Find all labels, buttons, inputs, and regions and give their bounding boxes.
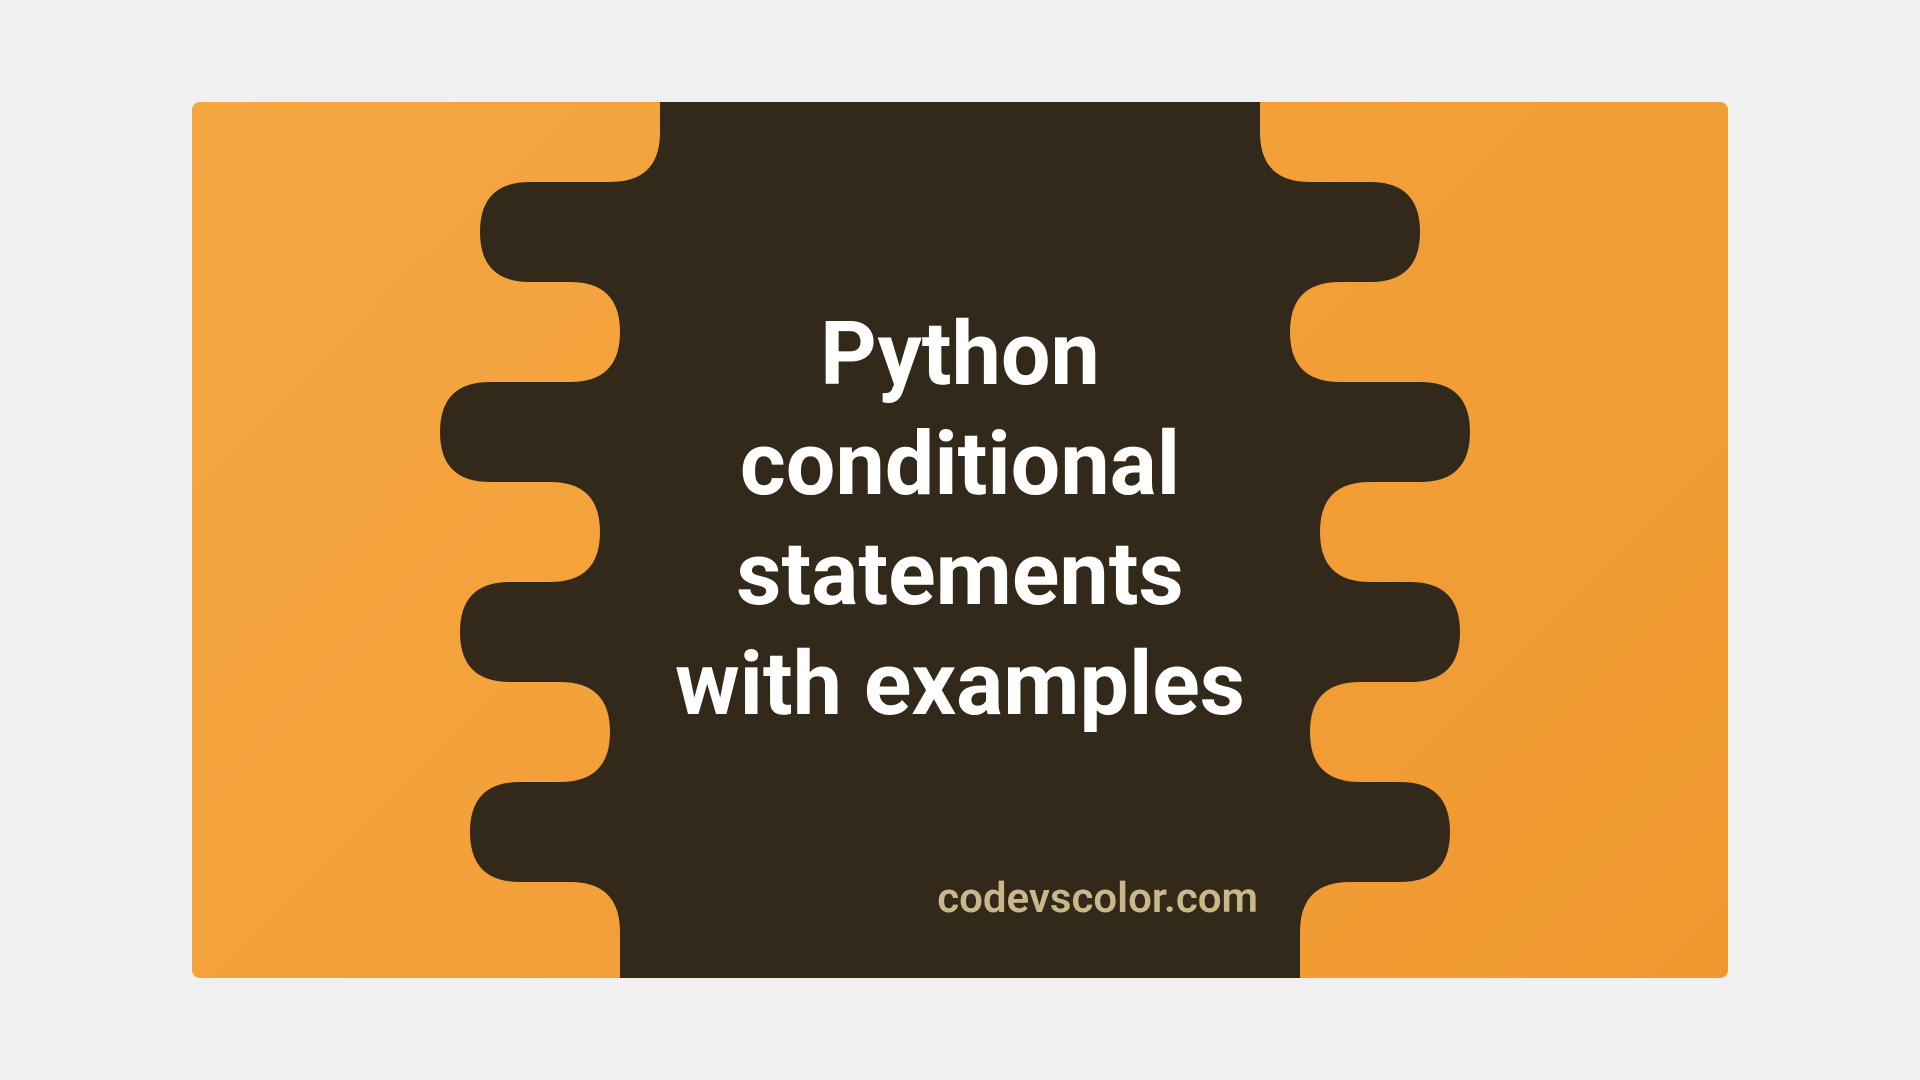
- title-line-3: statements: [675, 520, 1245, 630]
- banner-card: Python conditional statements with examp…: [192, 102, 1728, 978]
- title-line-2: conditional: [675, 410, 1245, 520]
- website-label: codevscolor.com: [937, 874, 1258, 923]
- banner-title: Python conditional statements with examp…: [675, 300, 1245, 740]
- title-line-1: Python: [675, 300, 1245, 410]
- title-line-4: with examples: [675, 630, 1245, 740]
- content-wrapper: Python conditional statements with examp…: [192, 102, 1728, 978]
